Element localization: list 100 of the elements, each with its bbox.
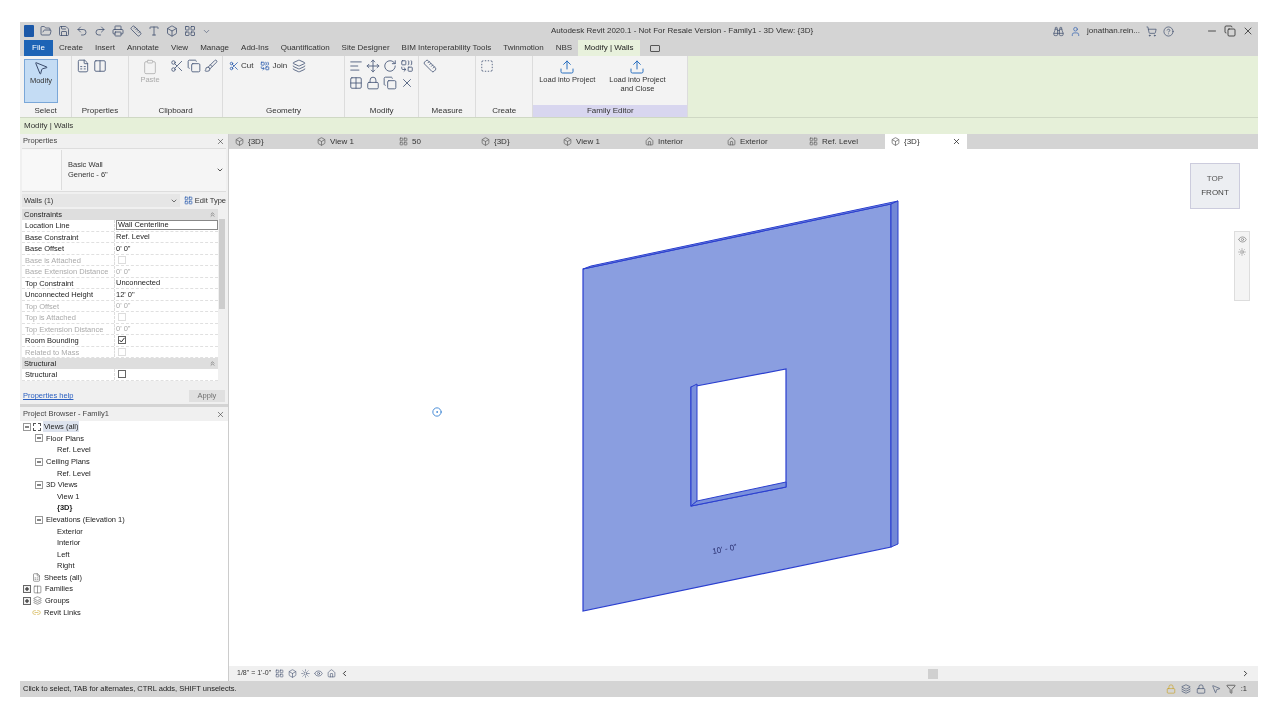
ribbon-tool-button[interactable]: Cut bbox=[227, 59, 256, 73]
document-tab[interactable]: Ref. Level bbox=[803, 134, 885, 149]
ribbon-panel-label: Clipboard bbox=[157, 105, 194, 117]
document-tab[interactable]: Exterior bbox=[721, 134, 803, 149]
ribbon-tab[interactable]: File bbox=[24, 40, 53, 56]
collapse-icon[interactable] bbox=[209, 360, 216, 367]
house-icon bbox=[645, 137, 654, 146]
ribbon-panel-label: Geometry bbox=[265, 105, 303, 117]
checkbox[interactable] bbox=[118, 336, 126, 345]
document-tab[interactable]: Interior bbox=[639, 134, 721, 149]
close-icon[interactable] bbox=[216, 409, 225, 419]
layers-icon[interactable] bbox=[1180, 684, 1191, 694]
user-name[interactable]: jonathan.rein... bbox=[1087, 25, 1140, 37]
text-icon[interactable] bbox=[148, 25, 160, 37]
layout-icon[interactable] bbox=[184, 25, 196, 37]
close-icon[interactable] bbox=[1242, 25, 1254, 37]
expander-icon[interactable] bbox=[23, 585, 31, 594]
collapse-icon[interactable] bbox=[209, 211, 216, 218]
properties-icon[interactable] bbox=[93, 59, 107, 73]
create-group-icon[interactable] bbox=[480, 59, 495, 73]
ribbon-tab[interactable]: Annotate bbox=[120, 40, 165, 56]
trim-icon[interactable] bbox=[400, 59, 415, 73]
ribbon-tab[interactable]: Modify | Walls bbox=[578, 40, 640, 56]
ribbon-tab[interactable]: NBS bbox=[549, 40, 579, 56]
sun-icon[interactable] bbox=[1238, 248, 1246, 256]
eye-icon[interactable] bbox=[1237, 235, 1247, 244]
ribbon-panel-label: Family Editor bbox=[533, 105, 688, 117]
sheet-icon bbox=[32, 573, 41, 582]
ribbon-tab[interactable]: BIM Interoperability Tools bbox=[395, 40, 498, 56]
brush-icon[interactable] bbox=[204, 59, 218, 73]
ribbon-tab[interactable]: Create bbox=[52, 40, 89, 56]
document-tab[interactable]: View 1 bbox=[557, 134, 639, 149]
cube-icon bbox=[891, 137, 900, 146]
ribbon-tab[interactable]: Site Designer bbox=[335, 40, 396, 56]
checkbox[interactable] bbox=[118, 370, 126, 379]
copy-icon[interactable] bbox=[187, 59, 201, 73]
expander-icon[interactable] bbox=[23, 422, 31, 431]
viewcube-label[interactable]: FRONT bbox=[1201, 187, 1229, 199]
ribbon-tab[interactable]: Manage bbox=[194, 40, 236, 56]
panel-toggle-icon[interactable] bbox=[649, 45, 660, 52]
expander-icon[interactable] bbox=[35, 515, 43, 524]
sun-path-icon[interactable] bbox=[301, 669, 311, 678]
measure-icon[interactable] bbox=[130, 25, 142, 37]
ribbon-tab[interactable]: Twinmotion bbox=[497, 40, 550, 56]
crop-icon[interactable] bbox=[327, 669, 337, 678]
ribbon-tab[interactable]: Quantification bbox=[274, 40, 336, 56]
3d-view-icon[interactable] bbox=[166, 25, 178, 37]
document-tab[interactable]: 50 bbox=[393, 134, 475, 149]
cart-icon[interactable] bbox=[1146, 25, 1157, 37]
visual-style-icon[interactable] bbox=[288, 669, 298, 678]
open-icon[interactable] bbox=[40, 25, 52, 37]
cube-icon bbox=[235, 137, 244, 146]
ribbon-panel-label: Select bbox=[33, 105, 58, 117]
ribbon-tab[interactable]: Add-Ins bbox=[235, 40, 275, 56]
close-icon[interactable] bbox=[216, 136, 225, 146]
undo-icon[interactable] bbox=[76, 25, 88, 37]
expander-icon[interactable] bbox=[35, 480, 43, 489]
save-icon[interactable] bbox=[58, 25, 70, 37]
hide-icon[interactable] bbox=[314, 669, 324, 678]
user-icon[interactable] bbox=[1070, 25, 1082, 37]
scroll-right-icon[interactable] bbox=[1241, 669, 1250, 678]
document-tab[interactable]: {3D} bbox=[229, 134, 311, 149]
close-icon[interactable] bbox=[952, 137, 961, 146]
wall-drawing[interactable] bbox=[582, 200, 899, 612]
expander-icon[interactable] bbox=[35, 457, 43, 466]
layers-icon[interactable] bbox=[292, 59, 307, 73]
ruler-icon[interactable] bbox=[423, 59, 438, 73]
ribbon-tool-button[interactable]: Join bbox=[258, 59, 290, 73]
ribbon-tab[interactable]: Insert bbox=[88, 40, 121, 56]
ribbon-panel-label: Modify bbox=[368, 105, 395, 117]
lock-icon[interactable] bbox=[1195, 684, 1206, 694]
document-tab[interactable]: View 1 bbox=[311, 134, 393, 149]
binoculars-icon[interactable] bbox=[1053, 25, 1065, 37]
detail-level-icon[interactable] bbox=[275, 669, 285, 678]
type-properties-icon[interactable] bbox=[76, 59, 90, 73]
rotate-icon[interactable] bbox=[383, 59, 398, 73]
array-icon[interactable] bbox=[349, 76, 364, 90]
viewcube-label[interactable]: TOP bbox=[1206, 173, 1224, 185]
document-tab[interactable]: {3D} bbox=[475, 134, 557, 149]
viewcube[interactable]: TOP FRONT bbox=[1190, 163, 1240, 209]
align-icon[interactable] bbox=[349, 59, 364, 73]
scrollbar-thumb[interactable] bbox=[928, 668, 939, 679]
move-icon[interactable] bbox=[366, 59, 381, 73]
pin-icon[interactable] bbox=[366, 76, 381, 90]
expander-icon[interactable] bbox=[35, 434, 43, 443]
pointer-icon bbox=[33, 60, 49, 76]
pointer-icon[interactable] bbox=[1210, 684, 1221, 694]
document-tab[interactable]: {3D} bbox=[885, 134, 967, 149]
caret-icon[interactable] bbox=[216, 166, 224, 174]
restore-icon[interactable] bbox=[1224, 25, 1236, 37]
expander-icon[interactable] bbox=[23, 596, 31, 605]
filter-icon[interactable] bbox=[1225, 684, 1236, 694]
help-icon[interactable] bbox=[1163, 25, 1174, 37]
copy-icon[interactable] bbox=[383, 76, 398, 90]
ribbon-panel-label: Measure bbox=[430, 105, 464, 117]
print-icon[interactable] bbox=[112, 25, 124, 37]
cursor-icon bbox=[432, 407, 442, 417]
redo-icon[interactable] bbox=[94, 25, 106, 37]
cut-icon[interactable] bbox=[170, 59, 184, 73]
ribbon-tab[interactable]: View bbox=[164, 40, 195, 56]
